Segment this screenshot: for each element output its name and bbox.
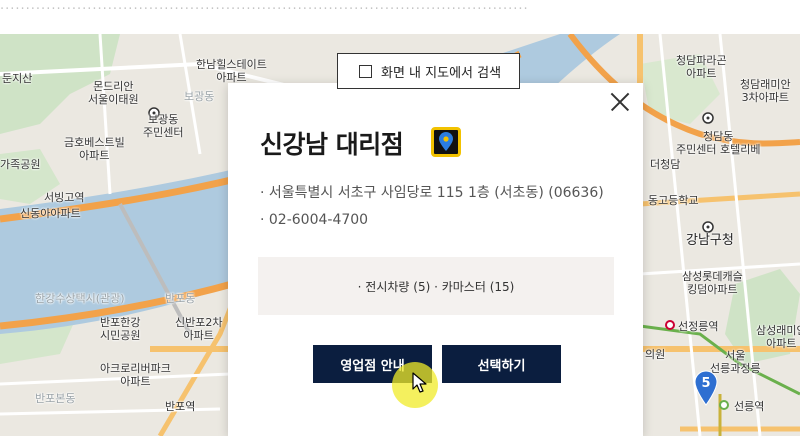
map-pin-icon: 5 xyxy=(694,370,718,406)
search-in-map-label: 화면 내 지도에서 검색 xyxy=(381,65,502,81)
map-label: 신반포2차 아파트 xyxy=(175,316,223,342)
map-label: 반포역 xyxy=(165,400,196,413)
map-label: 선정릉역 xyxy=(678,320,719,333)
map-label: 강남구청 xyxy=(686,233,734,248)
close-icon[interactable] xyxy=(611,93,629,111)
map-label: 보광동 주민센터 xyxy=(143,113,184,139)
location-pin-icon[interactable] xyxy=(431,127,461,157)
stock-text: · 전시차량 (5) · 카마스터 (15) xyxy=(357,279,515,294)
dealer-stock-summary: · 전시차량 (5) · 카마스터 (15) xyxy=(258,257,614,315)
map-label: 아크로리버파크 아파트 xyxy=(100,362,171,388)
map-label: 가족공원 xyxy=(0,158,41,171)
search-in-map-toggle[interactable]: 화면 내 지도에서 검색 xyxy=(337,53,520,89)
map-label: 신동아아파트 xyxy=(20,207,81,220)
top-header-strip: ········································… xyxy=(0,0,800,35)
dealer-address: · 서울특별시 서초구 사임당로 115 1층 (서초동) (06636) xyxy=(260,185,604,201)
map-label: 청담파라곤 아파트 xyxy=(676,54,727,80)
map-label: 의원 xyxy=(645,348,666,361)
map-label: 삼성롯데캐슬 킹덤아파트 xyxy=(682,270,743,296)
map-label: 삼성래미안 아파트 xyxy=(756,324,800,350)
mouse-pointer-icon xyxy=(412,372,428,398)
dealer-phone: · 02-6004-4700 xyxy=(260,212,369,228)
map-label: 둔지산 xyxy=(2,72,33,85)
map-label: 반포한강 시민공원 xyxy=(100,316,141,342)
map-label: 청담래미안 3차아파트 xyxy=(740,78,791,104)
map-label: 한강수상택시(관광) xyxy=(35,292,125,305)
map-label: 선릉역 xyxy=(734,400,765,413)
map-label: 더청담 xyxy=(650,158,681,171)
dealer-name: 신강남 대리점 xyxy=(260,130,404,159)
map-label: 반포동 xyxy=(165,292,196,305)
cluster-count: 5 xyxy=(701,376,710,391)
map-label: 동고등학교 xyxy=(648,194,699,207)
map-label: 보광동 xyxy=(184,90,215,103)
map-label: 서빙고역 xyxy=(44,191,85,204)
map-label: 반포본동 xyxy=(35,392,76,405)
map-label: 몬드리안 서울이태원 xyxy=(88,80,139,106)
faded-header-text: ········································… xyxy=(0,2,529,17)
map-label: 청담동 주민센터 호텔리베 xyxy=(676,130,761,156)
search-in-map-checkbox[interactable] xyxy=(359,64,372,78)
map-label: 한남힐스테이트 아파트 xyxy=(196,58,267,84)
map-label: 금호베스트빌 아파트 xyxy=(64,136,125,162)
select-dealer-button[interactable]: 선택하기 xyxy=(442,345,561,383)
